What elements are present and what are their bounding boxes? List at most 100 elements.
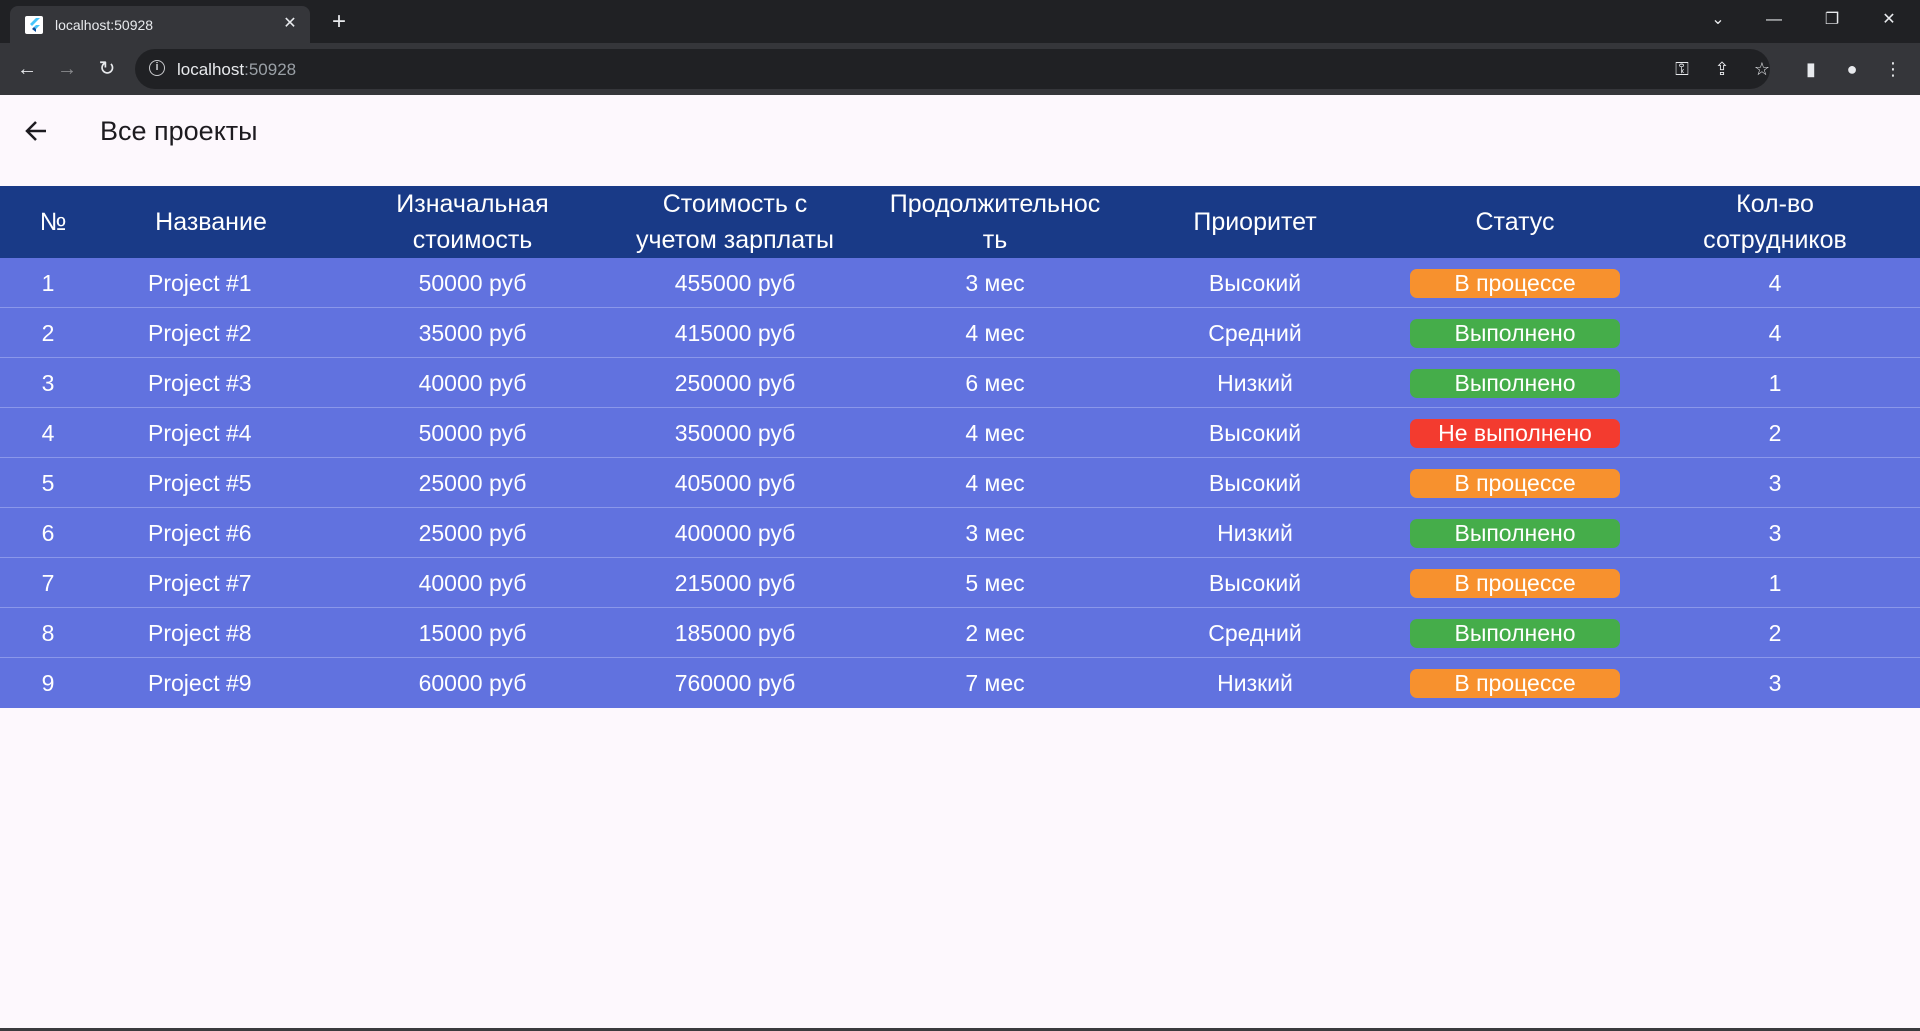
cell-number: 6 (41, 519, 55, 546)
table-row[interactable]: 4 Project #4 50000 руб 350000 руб 4 мес … (0, 408, 1920, 458)
cell-employees: 2 (1768, 419, 1782, 446)
cell-initial-cost: 60000 руб (418, 669, 527, 696)
cell-employees: 4 (1768, 269, 1782, 296)
table-row[interactable]: 3 Project #3 40000 руб 250000 руб 6 мес … (0, 358, 1920, 408)
cell-number: 3 (41, 369, 55, 396)
cell-name: Project #8 (148, 619, 252, 646)
cell-employees: 1 (1768, 569, 1782, 596)
restore-icon[interactable]: ❐ (1809, 0, 1855, 40)
table-row[interactable]: 8 Project #8 15000 руб 185000 руб 2 мес … (0, 608, 1920, 658)
page-title: Все проекты (100, 116, 258, 146)
cell-status: Не выполнено (1385, 408, 1645, 458)
cell-priority: Высокий (1208, 419, 1302, 446)
minimize-icon[interactable]: — (1751, 0, 1797, 40)
back-arrow-icon[interactable] (18, 113, 54, 149)
cell-name: Project #1 (148, 269, 252, 296)
table-row[interactable]: 6 Project #6 25000 руб 400000 руб 3 мес … (0, 508, 1920, 558)
browser-tab-bar: localhost:50928 ✕ + ⌄ — ❐ ✕ (0, 0, 1920, 43)
header-number[interactable]: № (0, 186, 106, 258)
new-tab-icon[interactable]: + (325, 8, 353, 36)
table-row[interactable]: 2 Project #2 35000 руб 415000 руб 4 мес … (0, 308, 1920, 358)
header-employees[interactable]: Кол-во сотрудников (1645, 186, 1905, 258)
forward-icon[interactable]: → (53, 55, 81, 83)
status-badge: Выполнено (1410, 368, 1620, 398)
cell-total-cost: 185000 руб (674, 619, 796, 646)
address-bar[interactable]: i localhost:50928 ⚿ ⇪ ☆ (135, 49, 1770, 89)
cell-duration: 3 мес (965, 519, 1025, 546)
key-icon[interactable]: ⚿ (1670, 57, 1694, 81)
cell-status: Выполнено (1385, 508, 1645, 558)
side-panel-icon[interactable]: ▮ (1797, 55, 1825, 83)
cell-status: В процессе (1385, 558, 1645, 608)
cell-initial-cost: 50000 руб (418, 419, 527, 446)
status-badge: В процессе (1410, 568, 1620, 598)
cell-name: Project #2 (148, 319, 252, 346)
header-total-cost[interactable]: Стоимость с учетом зарплаты (605, 186, 865, 258)
header-priority[interactable]: Приоритет (1125, 186, 1385, 258)
table-row[interactable]: 7 Project #7 40000 руб 215000 руб 5 мес … (0, 558, 1920, 608)
cell-priority: Средний (1208, 619, 1302, 646)
cell-duration: 4 мес (965, 469, 1025, 496)
cell-initial-cost: 25000 руб (418, 519, 527, 546)
cell-number: 2 (41, 319, 55, 346)
cell-number: 7 (41, 569, 55, 596)
cell-name: Project #9 (148, 669, 252, 696)
status-badge: В процессе (1410, 268, 1620, 298)
cell-priority: Высокий (1208, 469, 1302, 496)
reload-icon[interactable]: ↻ (93, 55, 121, 83)
table-row[interactable]: 5 Project #5 25000 руб 405000 руб 4 мес … (0, 458, 1920, 508)
cell-status: В процессе (1385, 258, 1645, 308)
menu-icon[interactable]: ⋮ (1879, 55, 1907, 83)
cell-name: Project #4 (148, 419, 252, 446)
cell-employees: 1 (1768, 369, 1782, 396)
cell-duration: 6 мес (965, 369, 1025, 396)
cell-total-cost: 400000 руб (674, 519, 796, 546)
cell-name: Project #3 (148, 369, 252, 396)
cell-employees: 3 (1768, 469, 1782, 496)
bookmark-star-icon[interactable]: ☆ (1750, 57, 1774, 81)
cell-priority: Высокий (1208, 569, 1302, 596)
cell-number: 8 (41, 619, 55, 646)
profile-icon[interactable]: ● (1838, 55, 1866, 83)
header-duration[interactable]: Продолжительнос ть (865, 186, 1125, 258)
table-header: № Название Изначальная стоимость Стоимос… (0, 186, 1920, 258)
cell-total-cost: 760000 руб (674, 669, 796, 696)
cell-total-cost: 350000 руб (674, 419, 796, 446)
cell-number: 1 (41, 269, 55, 296)
cell-name: Project #6 (148, 519, 252, 546)
header-name[interactable]: Название (96, 186, 326, 258)
back-icon[interactable]: ← (13, 55, 41, 83)
cell-duration: 5 мес (965, 569, 1025, 596)
site-info-icon[interactable]: i (149, 60, 165, 76)
cell-employees: 3 (1768, 519, 1782, 546)
tab-search-icon[interactable]: ⌄ (1695, 0, 1741, 40)
cell-duration: 3 мес (965, 269, 1025, 296)
cell-priority: Средний (1208, 319, 1302, 346)
url-text[interactable]: localhost:50928 (177, 60, 296, 80)
cell-status: В процессе (1385, 658, 1645, 708)
tab-title: localhost:50928 (55, 17, 154, 33)
cell-priority: Низкий (1217, 519, 1293, 546)
table-row[interactable]: 1 Project #1 50000 руб 455000 руб 3 мес … (0, 258, 1920, 308)
table-body: 1 Project #1 50000 руб 455000 руб 3 мес … (0, 258, 1920, 708)
cell-initial-cost: 35000 руб (418, 319, 527, 346)
header-initial-cost[interactable]: Изначальная стоимость (340, 186, 605, 258)
browser-tab[interactable]: localhost:50928 ✕ (10, 6, 310, 43)
cell-total-cost: 405000 руб (674, 469, 796, 496)
cell-initial-cost: 15000 руб (418, 619, 527, 646)
share-icon[interactable]: ⇪ (1710, 57, 1734, 81)
cell-initial-cost: 25000 руб (418, 469, 527, 496)
projects-table: № Название Изначальная стоимость Стоимос… (0, 186, 1920, 708)
cell-number: 4 (41, 419, 55, 446)
close-tab-icon[interactable]: ✕ (280, 14, 300, 34)
cell-duration: 4 мес (965, 319, 1025, 346)
cell-name: Project #7 (148, 569, 252, 596)
cell-status: Выполнено (1385, 308, 1645, 358)
flutter-favicon-icon (25, 16, 43, 34)
cell-initial-cost: 40000 руб (418, 369, 527, 396)
status-badge: Выполнено (1410, 318, 1620, 348)
close-window-icon[interactable]: ✕ (1866, 0, 1912, 40)
table-row[interactable]: 9 Project #9 60000 руб 760000 руб 7 мес … (0, 658, 1920, 708)
cell-priority: Низкий (1217, 369, 1293, 396)
header-status[interactable]: Статус (1385, 186, 1645, 258)
